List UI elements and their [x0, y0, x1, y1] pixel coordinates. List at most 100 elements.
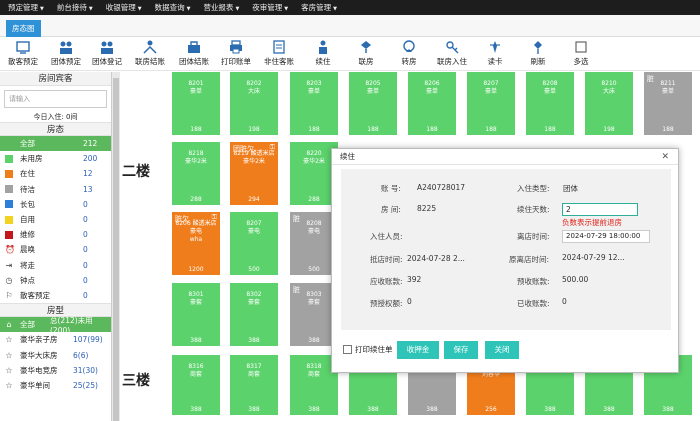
- room-tile[interactable]: 8207 豪电 500: [230, 212, 278, 275]
- room-tag: 团脏欠: [233, 145, 254, 153]
- room-tile[interactable]: 8206 豪单 188: [408, 72, 456, 135]
- room-tile[interactable]: 脏欠 ⚿ 8206 酸透米店 豪电 wha 1200: [172, 212, 220, 275]
- room-tile[interactable]: 8210 大床 198: [585, 72, 633, 135]
- room-price: 256: [485, 406, 497, 413]
- status-filter-repair[interactable]: 维修 0: [0, 227, 111, 242]
- room-price: 388: [190, 337, 202, 344]
- room-value: 8225: [417, 204, 437, 213]
- print-checkbox[interactable]: [343, 345, 352, 354]
- menu-cashier[interactable]: 收银管理 ▼: [106, 2, 142, 13]
- room-price: 1200: [188, 266, 204, 273]
- account-value: A240728017: [417, 183, 466, 192]
- account-label: 账 号:: [381, 184, 401, 193]
- tab-room-status[interactable]: 房态图: [6, 20, 41, 37]
- orig-leave-value: 2024-07-29 12...: [562, 253, 625, 262]
- group-register-button[interactable]: 团体登记: [85, 39, 129, 69]
- room-type: 商套: [189, 371, 202, 378]
- room-number: 8207: [246, 220, 262, 227]
- dialog-body: 账 号: A240728017 入住类型: 团体 房 间: 8225 续住天数:…: [341, 169, 671, 330]
- close-button[interactable]: 关闭: [485, 341, 519, 359]
- non-guest-bill-button[interactable]: 非住客账: [257, 39, 301, 69]
- room-tile[interactable]: 8317 商套 388: [230, 355, 278, 415]
- flag-icon: ⚐: [5, 290, 13, 300]
- room-tile[interactable]: 脏 8211 豪单 188: [644, 72, 692, 135]
- received-value: 0: [562, 297, 567, 306]
- roomtype-filter-single[interactable]: ☆ 豪华单间 25(25): [0, 378, 111, 393]
- group-booking-button[interactable]: 团体预定: [44, 39, 88, 69]
- menu-night-audit[interactable]: 夜审管理 ▼: [252, 2, 288, 13]
- clock-icon: ◷: [5, 275, 13, 285]
- search-input[interactable]: 请输入: [4, 90, 107, 108]
- room-tile[interactable]: 团脏欠 ⚿ 8219 酸透米店 豪华2米 294: [230, 142, 278, 205]
- scrollbar-thumb[interactable]: [113, 78, 119, 421]
- status-filter-dirty[interactable]: 待洁 13: [0, 182, 111, 197]
- room-tile[interactable]: 8203 豪单 188: [290, 72, 338, 135]
- linked-checkout-button[interactable]: 联房结账: [128, 39, 172, 69]
- room-price: 188: [426, 126, 438, 133]
- refresh-button[interactable]: 刷新: [516, 39, 560, 69]
- menu-housekeeping[interactable]: 客房管理 ▼: [301, 2, 337, 13]
- room-tile[interactable]: 8207 豪单 188: [467, 72, 515, 135]
- room-tile[interactable]: 8302 豪套 388: [230, 283, 278, 346]
- transfer-room-button[interactable]: 转房: [387, 39, 431, 69]
- status-filter-vacant[interactable]: 未用房 200: [0, 151, 111, 166]
- arrive-time-value: 2024-07-28 2...: [407, 254, 465, 263]
- status-filter-selfuse[interactable]: 自用 0: [0, 212, 111, 227]
- card-reader-icon: [490, 41, 500, 53]
- status-filter-all[interactable]: 全部 212: [0, 136, 111, 152]
- received-label: 已收账款:: [517, 299, 550, 308]
- room-price: 388: [603, 406, 615, 413]
- linked-checkin-button[interactable]: 联房入住: [430, 39, 474, 69]
- read-card-button[interactable]: 读卡: [473, 39, 517, 69]
- extend-days-input[interactable]: 2: [562, 203, 638, 216]
- orig-leave-label: 原离店时间:: [509, 255, 550, 264]
- group-checkout-button[interactable]: 团体结账: [172, 39, 216, 69]
- room-type: 大床: [602, 88, 615, 95]
- roomtype-filter-esports[interactable]: ☆ 豪华电竞房 31(30): [0, 363, 111, 378]
- status-filter-hourly[interactable]: ◷ 钟点 0: [0, 273, 111, 288]
- room-price: 188: [308, 126, 320, 133]
- room-tile[interactable]: 8218 豪华2米 288: [172, 142, 220, 205]
- dialog-footer: 打印续住单 收押金 保存 关闭: [341, 339, 671, 361]
- menu-frontdesk[interactable]: 前台接待 ▼: [57, 2, 93, 13]
- room-tile[interactable]: 8208 豪单 188: [526, 72, 574, 135]
- sidebar-title: 房间宾客: [0, 72, 111, 86]
- room-price: 388: [248, 406, 260, 413]
- roomtype-filter-family[interactable]: ☆ 豪华亲子房 107(99): [0, 332, 111, 347]
- deposit-button[interactable]: 收押金: [397, 341, 439, 359]
- room-tile[interactable]: 8301 豪套 388: [172, 283, 220, 346]
- menu-booking[interactable]: 预定管理 ▼: [8, 2, 44, 13]
- status-filter-longterm[interactable]: 长包 0: [0, 197, 111, 212]
- leave-time-input[interactable]: 2024-07-29 18:00:00: [562, 230, 650, 243]
- extend-stay-button[interactable]: 续住: [301, 39, 345, 69]
- room-tile[interactable]: 8205 豪单 188: [349, 72, 397, 135]
- status-section-title: 房态: [0, 122, 111, 136]
- save-button[interactable]: 保存: [444, 341, 478, 359]
- guests-label: 入住人员:: [370, 232, 403, 241]
- room-type: 豪套: [247, 299, 260, 306]
- room-price: 388: [248, 337, 260, 344]
- status-filter-leaving[interactable]: ⇥ 将走 0: [0, 258, 111, 273]
- status-filter-walkin-booking[interactable]: ⚐ 散客预定 0: [0, 288, 111, 303]
- room-type: 豪单: [189, 88, 202, 95]
- room-tile[interactable]: 8201 豪单 188: [172, 72, 220, 135]
- room-tile[interactable]: 8316 商套 388: [172, 355, 220, 415]
- link-rooms-button[interactable]: 联房: [344, 39, 388, 69]
- room-tile[interactable]: 8202 大床 198: [230, 72, 278, 135]
- sidebar-scrollbar[interactable]: [112, 72, 120, 421]
- status-filter-wakeup[interactable]: ⏰ 晨唤 0: [0, 242, 111, 257]
- key-icon: [446, 41, 459, 54]
- room-price: 388: [544, 406, 556, 413]
- status-filter-occupied[interactable]: 在住 12: [0, 166, 111, 181]
- room-price: 188: [485, 126, 497, 133]
- print-bill-button[interactable]: 打印账单: [214, 39, 258, 69]
- menu-reports[interactable]: 营业报表 ▼: [203, 2, 239, 13]
- menu-query[interactable]: 数据查询 ▼: [155, 2, 191, 13]
- room-type: 豪华2米: [243, 158, 265, 165]
- roomtype-filter-kingbed[interactable]: ☆ 豪华大床房 6(6): [0, 347, 111, 362]
- room-number: 8218: [188, 150, 204, 157]
- roomtype-filter-all[interactable]: ⌂ 全部 总(212)未用(200): [0, 316, 111, 335]
- multi-select-button[interactable]: 多选: [559, 39, 603, 69]
- walkin-booking-button[interactable]: 散客预定: [1, 39, 45, 69]
- close-icon[interactable]: ✕: [661, 152, 669, 162]
